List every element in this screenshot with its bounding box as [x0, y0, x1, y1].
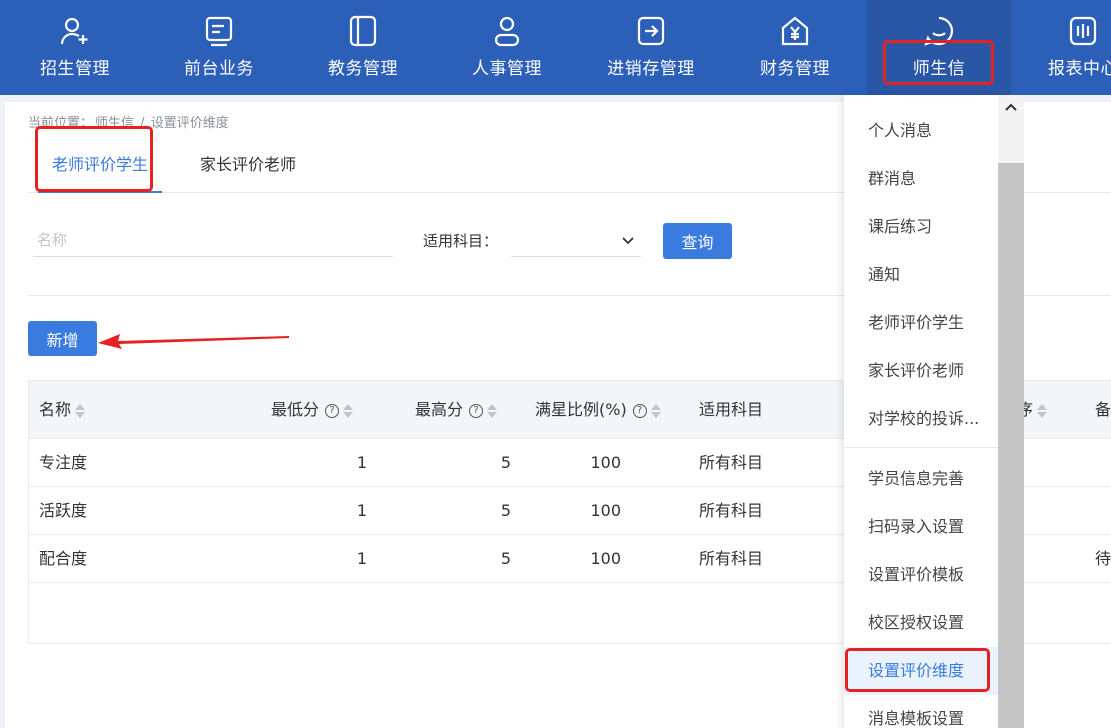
cell-name: 配合度 [39, 549, 88, 568]
cell-full-star: 100 [590, 453, 621, 472]
nav-item-finance[interactable]: 财务管理 [723, 0, 867, 95]
cell-subject: 所有科目 [699, 549, 764, 568]
breadcrumb: 当前位置： 师生信 / 设置评价维度 [28, 112, 231, 131]
cell-min: 1 [356, 453, 367, 472]
header-label: 最高分 [415, 400, 464, 419]
tab-active-indicator [38, 191, 162, 193]
tab-parent-evaluate-teacher[interactable]: 家长评价老师 [200, 135, 296, 193]
cell-max: 5 [500, 501, 511, 520]
breadcrumb-separator: / [140, 116, 145, 131]
menu-item-parent-evaluate-teacher[interactable]: 家长评价老师 [844, 347, 998, 395]
nav-label: 前台业务 [184, 59, 254, 79]
cell-subject: 所有科目 [699, 453, 764, 472]
sort-icon[interactable] [75, 403, 86, 419]
help-icon[interactable]: ? [632, 403, 647, 418]
header-label: 最低分 [271, 400, 320, 419]
nav-item-teacher-student[interactable]: 师生信 [867, 0, 1011, 95]
person-icon [494, 16, 520, 47]
chat-icon [924, 16, 954, 46]
menu-item-homework[interactable]: 课后练习 [844, 203, 998, 251]
column-header-remark: 备 [1095, 381, 1111, 439]
sort-icon[interactable] [1037, 403, 1048, 419]
teacher-student-dropdown-menu: 个人消息 群消息 课后练习 通知 老师评价学生 家长评价老师 对学校的投诉...… [844, 95, 998, 728]
column-header-name[interactable]: 名称 [39, 381, 86, 439]
menu-divider [844, 447, 998, 448]
cell-max: 5 [500, 453, 511, 472]
breadcrumb-prefix: 当前位置： [28, 116, 94, 131]
menu-item-school-complaint[interactable]: 对学校的投诉... [844, 395, 998, 443]
sort-icon[interactable] [650, 403, 661, 419]
cell-max: 5 [500, 549, 511, 568]
nav-label: 进销存管理 [607, 59, 695, 79]
chevron-up-icon[interactable] [1003, 99, 1019, 115]
column-header-min[interactable]: 最低分? [271, 381, 354, 439]
cell-min: 1 [356, 501, 367, 520]
top-nav: 招生管理 前台业务 教务管理 人事管理 进销存管理 财务管理 师生信 报表中心 [0, 0, 1111, 95]
column-header-max[interactable]: 最高分? [415, 381, 498, 439]
cell-name: 活跃度 [39, 501, 88, 520]
menu-item-message-template[interactable]: 消息模板设置 [844, 695, 998, 728]
export-box-icon [637, 16, 665, 46]
menu-item-personal-message[interactable]: 个人消息 [844, 107, 998, 155]
annotation-arrow [98, 334, 289, 349]
menu-item-group-message[interactable]: 群消息 [844, 155, 998, 203]
nav-label: 师生信 [912, 59, 966, 79]
subject-select[interactable] [511, 224, 641, 257]
cell-full-star: 100 [590, 549, 621, 568]
menu-item-campus-authorization[interactable]: 校区授权设置 [844, 599, 998, 647]
query-button[interactable]: 查询 [663, 223, 732, 259]
help-icon[interactable]: ? [469, 403, 484, 418]
nav-item-reports[interactable]: 报表中心 [1011, 0, 1111, 95]
cell-remark: 待 [1095, 549, 1111, 568]
header-label: 备 [1095, 400, 1111, 419]
header-label: 名称 [39, 400, 72, 419]
header-label: 满星比例(%) [535, 400, 627, 419]
nav-label: 报表中心 [1048, 59, 1111, 79]
breadcrumb-section[interactable]: 师生信 [95, 116, 134, 131]
breadcrumb-page: 设置评价维度 [150, 116, 229, 131]
report-icon [1069, 16, 1097, 46]
help-icon[interactable]: ? [325, 403, 340, 418]
add-button[interactable]: 新增 [28, 321, 97, 356]
subject-filter-label: 适用科目： [423, 232, 499, 250]
menu-item-notice[interactable]: 通知 [844, 251, 998, 299]
sort-icon[interactable] [343, 403, 354, 419]
tab-teacher-evaluate-student[interactable]: 老师评价学生 [52, 135, 148, 193]
column-header-full-star[interactable]: 满星比例(%)? [535, 381, 661, 439]
menu-item-student-info[interactable]: 学员信息完善 [844, 455, 998, 503]
nav-item-academic[interactable]: 教务管理 [291, 0, 435, 95]
book-icon [349, 15, 377, 47]
nav-item-hr[interactable]: 人事管理 [435, 0, 579, 95]
menu-item-teacher-evaluate-student[interactable]: 老师评价学生 [844, 299, 998, 347]
name-search-input[interactable] [33, 224, 393, 257]
nav-label: 教务管理 [328, 59, 398, 79]
chevron-down-icon [622, 237, 634, 245]
nav-label: 招生管理 [40, 59, 110, 79]
menu-item-scan-settings[interactable]: 扫码录入设置 [844, 503, 998, 551]
cell-min: 1 [356, 549, 367, 568]
dropdown-scrollbar[interactable] [998, 95, 1024, 728]
column-header-subject: 适用科目 [699, 381, 763, 439]
sort-icon[interactable] [487, 403, 498, 419]
menu-item-evaluation-dimension[interactable]: 设置评价维度 [844, 647, 998, 695]
nav-item-front-desk[interactable]: 前台业务 [147, 0, 291, 95]
document-icon [205, 16, 233, 47]
cell-name: 专注度 [39, 453, 88, 472]
scrollbar-thumb[interactable] [998, 163, 1024, 728]
cell-full-star: 100 [590, 501, 621, 520]
cell-subject: 所有科目 [699, 501, 764, 520]
yen-house-icon [781, 16, 809, 46]
nav-label: 人事管理 [472, 59, 542, 79]
nav-item-enrollment[interactable]: 招生管理 [3, 0, 147, 95]
nav-item-inventory[interactable]: 进销存管理 [579, 0, 723, 95]
nav-label: 财务管理 [760, 59, 830, 79]
header-label: 适用科目 [699, 400, 764, 419]
menu-item-evaluation-template[interactable]: 设置评价模板 [844, 551, 998, 599]
user-add-icon [60, 17, 88, 45]
